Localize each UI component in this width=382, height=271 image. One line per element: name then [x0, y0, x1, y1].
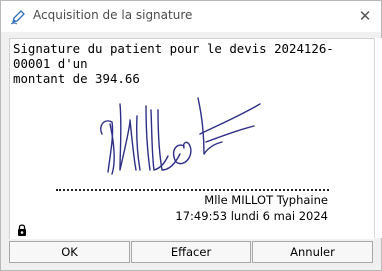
signature-panel[interactable]: Signature du patient pour le devis 20241… [9, 38, 374, 239]
cancel-button[interactable]: Annuler [252, 241, 373, 263]
close-button[interactable]: ✕ [351, 3, 379, 29]
signature-line [56, 189, 329, 191]
signer-name: Mlle MILLOT Typhaine [204, 193, 328, 207]
signature-datetime: 17:49:53 lundi 6 mai 2024 [175, 209, 328, 223]
ok-button[interactable]: OK [9, 241, 130, 263]
title-bar: Acquisition de la signature ✕ [1, 1, 381, 32]
close-icon[interactable]: ✕ [359, 7, 372, 25]
signature-drawing [100, 97, 261, 175]
window-title: Acquisition de la signature [33, 8, 193, 22]
signature-dialog: Acquisition de la signature ✕ Signature … [0, 0, 382, 271]
lock-icon [17, 222, 27, 236]
clear-button[interactable]: Effacer [131, 241, 251, 263]
signature-message: Signature du patient pour le devis 20241… [13, 41, 334, 86]
button-row: OK Effacer Annuler [9, 241, 373, 265]
pen-icon [10, 9, 26, 25]
side-strip [374, 38, 382, 238]
